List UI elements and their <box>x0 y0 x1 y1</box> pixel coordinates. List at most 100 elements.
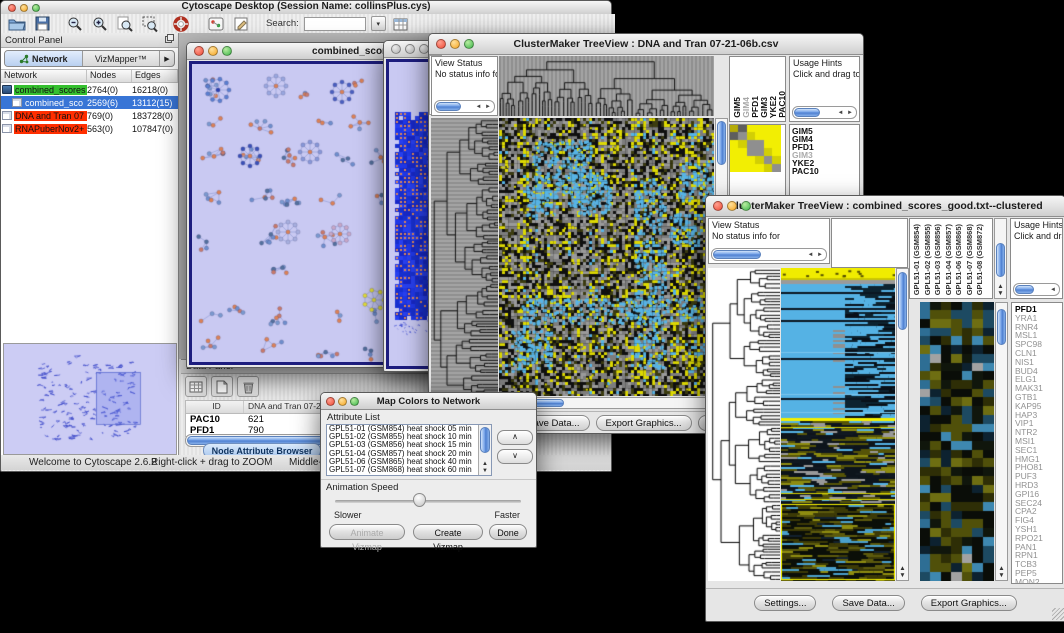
status-scrollbar[interactable]: ◄ ► <box>434 100 495 113</box>
tab-vizmapper[interactable]: VizMapper™ <box>83 51 160 66</box>
heatmap-canvas[interactable] <box>499 118 714 396</box>
new-document-icon[interactable] <box>211 376 233 397</box>
maximize-button[interactable] <box>464 39 474 49</box>
slider-thumb[interactable] <box>413 493 426 507</box>
scroll-arrows-icon[interactable]: ▲▼ <box>479 461 491 475</box>
open-session-button[interactable] <box>7 15 27 32</box>
create-vizmap-button[interactable]: Create Vizmap <box>413 524 483 540</box>
network-list-row[interactable]: combined_scores 2764(0) 16218(0) <box>1 83 178 96</box>
column-id[interactable]: ID <box>186 401 244 413</box>
maximize-button[interactable] <box>350 397 359 406</box>
scrollbar-thumb[interactable] <box>436 102 461 111</box>
zoom-heatmap-scrollbar[interactable]: ▲▼ <box>995 302 1008 581</box>
import-table-icon[interactable] <box>391 15 411 32</box>
minimize-button[interactable] <box>450 39 460 49</box>
scroll-arrows-icon[interactable]: ◄ <box>1050 285 1057 295</box>
search-dropdown-icon[interactable]: ▾ <box>371 16 386 31</box>
list-scrollbar[interactable]: ▲▼ <box>478 425 491 475</box>
column-label[interactable]: GPL51-06 (GSM865) <box>954 224 965 295</box>
move-down-button[interactable]: ∨ <box>497 449 533 464</box>
table-icon[interactable] <box>185 376 207 397</box>
close-button[interactable] <box>391 44 401 54</box>
vizmapper-icon[interactable] <box>206 15 226 32</box>
network-list-row[interactable]: combined_sco 2569(6) 13112(15) <box>1 96 178 109</box>
row-dendrogram[interactable] <box>431 118 498 396</box>
done-button[interactable]: Done <box>489 524 527 540</box>
column-label[interactable]: GPL51-04 (GSM857) <box>944 224 955 295</box>
column-edges[interactable]: Edges <box>132 70 178 82</box>
row-dendrogram[interactable] <box>708 268 780 581</box>
help-icon[interactable] <box>171 15 191 32</box>
attribute-item[interactable]: GPL51-07 (GSM868) heat shock 60 min <box>327 466 491 474</box>
network-list-row[interactable]: DNA and Tran 07 769(0) 183728(0) <box>1 109 178 122</box>
close-button[interactable] <box>713 201 723 211</box>
maximize-button[interactable] <box>222 46 232 56</box>
scrollbar-thumb[interactable] <box>794 108 820 117</box>
minimize-button[interactable] <box>727 201 737 211</box>
scrollbar-thumb[interactable] <box>997 309 1006 345</box>
zoom-out-icon[interactable] <box>65 15 85 32</box>
column-label[interactable]: GPL51-03 (GSM856) <box>933 224 944 295</box>
hints-scrollbar[interactable]: ◄ <box>1013 283 1060 296</box>
main-window-titlebar[interactable]: Cytoscape Desktop (Session Name: collins… <box>1 1 611 15</box>
trash-icon[interactable] <box>237 376 259 397</box>
tab-network[interactable]: Network <box>5 51 83 66</box>
zoom-in-icon[interactable] <box>90 15 110 32</box>
zoom-heatmap-canvas[interactable] <box>730 125 781 172</box>
status-scrollbar[interactable]: ◄ ► <box>711 248 827 261</box>
float-panel-icon[interactable] <box>165 34 174 46</box>
column-label[interactable]: YKE2 <box>768 96 777 118</box>
close-button[interactable] <box>326 397 335 406</box>
column-nodes[interactable]: Nodes <box>87 70 132 82</box>
move-up-button[interactable]: ∧ <box>497 430 533 445</box>
zoom-heatmap-canvas[interactable] <box>920 302 994 581</box>
column-label[interactable]: GPL51-01 (GSM854) <box>912 224 923 295</box>
scrollbar-thumb[interactable] <box>717 121 726 165</box>
scroll-arrows-icon[interactable]: ◄ ► <box>837 108 854 118</box>
scrollbar-thumb[interactable] <box>480 427 490 453</box>
maximize-button[interactable] <box>741 201 751 211</box>
global-heatmap-canvas[interactable] <box>781 268 895 581</box>
scrollbar-thumb[interactable] <box>1015 285 1034 294</box>
close-button[interactable] <box>194 46 204 56</box>
column-label[interactable]: PFD1 <box>750 96 759 118</box>
scroll-arrows-icon[interactable]: ▲▼ <box>897 565 908 579</box>
column-network[interactable]: Network <box>1 70 87 82</box>
minimize-button[interactable] <box>208 46 218 56</box>
column-dendrogram-area[interactable] <box>831 218 908 268</box>
treeview-button[interactable]: Export Graphics... <box>596 415 692 431</box>
resize-grip[interactable] <box>1052 608 1064 620</box>
column-label[interactable]: GPL51-07 (GSM868) <box>965 224 976 295</box>
column-label[interactable]: GIM5 <box>732 97 741 118</box>
animation-speed-slider[interactable] <box>335 500 521 503</box>
minimize-button[interactable] <box>20 4 28 12</box>
column-label[interactable]: PAC10 <box>777 91 786 118</box>
more-tabs-button[interactable]: ▶ <box>159 51 174 66</box>
network-overview-canvas[interactable] <box>4 344 174 452</box>
column-dendrogram[interactable] <box>499 56 714 116</box>
scroll-arrows-icon[interactable]: ▲▼ <box>996 565 1007 579</box>
close-button[interactable] <box>8 4 16 12</box>
dialog-titlebar[interactable]: Map Colors to Network <box>321 393 536 410</box>
minimize-button[interactable] <box>338 397 347 406</box>
search-input[interactable] <box>304 17 366 31</box>
close-button[interactable] <box>436 39 446 49</box>
column-label[interactable]: GPL51-08 (GSM872) <box>975 224 986 295</box>
labels-scrollbar[interactable]: ▲▼ <box>994 218 1007 299</box>
zoom-fit-icon[interactable] <box>115 15 135 32</box>
scrollbar-thumb[interactable] <box>996 243 1005 277</box>
network-list-row[interactable]: RNAPuberNov2+ 563(0) 107847(0) <box>1 122 178 135</box>
global-heatmap-scrollbar[interactable]: ▲▼ <box>896 268 909 581</box>
scrollbar-thumb[interactable] <box>713 250 761 259</box>
column-label[interactable]: GPL51-02 (GSM855) <box>923 224 934 295</box>
annotation-icon[interactable] <box>231 15 251 32</box>
treeview-button[interactable]: Save Data... <box>832 595 904 611</box>
treeview1-titlebar[interactable]: ClusterMaker TreeView : DNA and Tran 07-… <box>429 34 863 55</box>
zoom-selected-icon[interactable] <box>140 15 160 32</box>
column-label[interactable]: GIM4 <box>741 97 750 118</box>
treeview2-titlebar[interactable]: ClusterMaker TreeView : combined_scores_… <box>706 196 1064 217</box>
maximize-button[interactable] <box>32 4 40 12</box>
column-label[interactable]: GIM3 <box>759 97 768 118</box>
minimize-button[interactable] <box>405 44 415 54</box>
scroll-arrows-icon[interactable]: ▲▼ <box>995 283 1006 297</box>
